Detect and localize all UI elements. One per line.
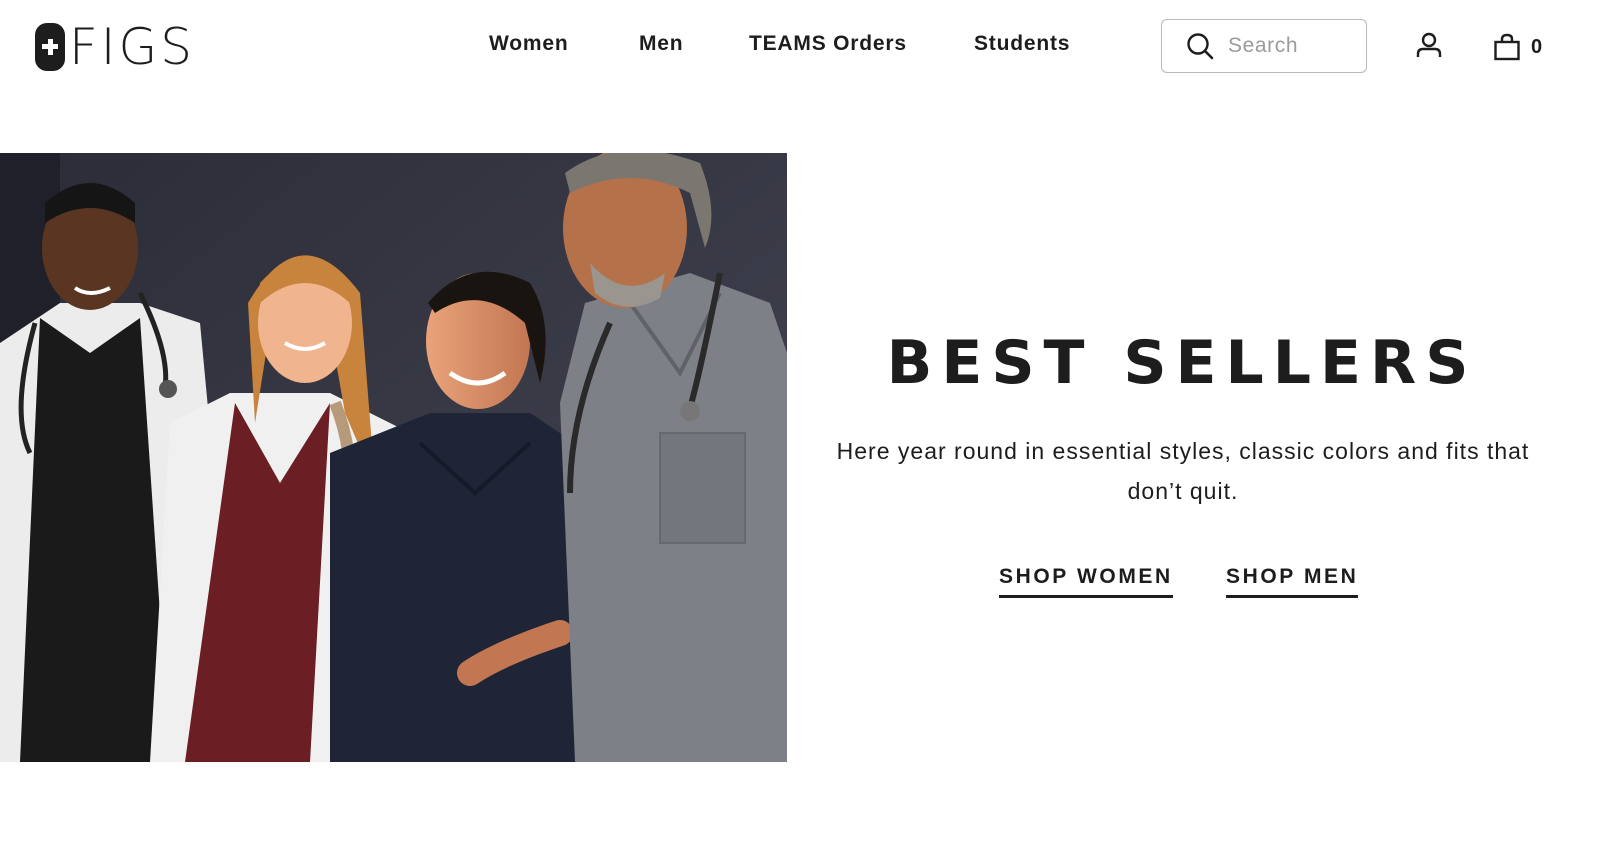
hero-image <box>0 153 787 762</box>
nav-item-students[interactable]: Students <box>974 32 1070 56</box>
account-icon[interactable] <box>1415 31 1443 59</box>
healthcare-team-photo <box>0 153 787 762</box>
search-icon[interactable] <box>1186 32 1214 60</box>
cart-count: 0 <box>1531 35 1543 58</box>
nav-item-women[interactable]: Women <box>489 32 568 56</box>
site-header: FIGS Women Men TEAMS Orders Students 0 <box>0 0 1600 94</box>
figs-logo-mark <box>35 23 65 71</box>
cart-button[interactable]: 0 <box>1493 32 1542 62</box>
shop-women-link[interactable]: SHOP WOMEN <box>999 565 1173 598</box>
nav-item-teams-orders[interactable]: TEAMS Orders <box>749 32 907 56</box>
shopping-bag-icon <box>1494 33 1520 61</box>
search-input[interactable] <box>1228 30 1358 62</box>
hero-cta-group: SHOP WOMEN SHOP MEN <box>787 565 1577 605</box>
shop-men-link[interactable]: SHOP MEN <box>1226 565 1359 598</box>
nav-item-men[interactable]: Men <box>639 32 683 56</box>
figs-logo[interactable]: FIGS <box>35 22 195 72</box>
brand-name: FIGS <box>69 18 195 76</box>
hero-subtitle: Here year round in essential styles, cla… <box>836 438 1530 504</box>
hero-content: BEST SELLERS Here year round in essentia… <box>787 153 1600 762</box>
search-box[interactable] <box>1161 19 1367 73</box>
hero-title: BEST SELLERS <box>886 328 1478 398</box>
